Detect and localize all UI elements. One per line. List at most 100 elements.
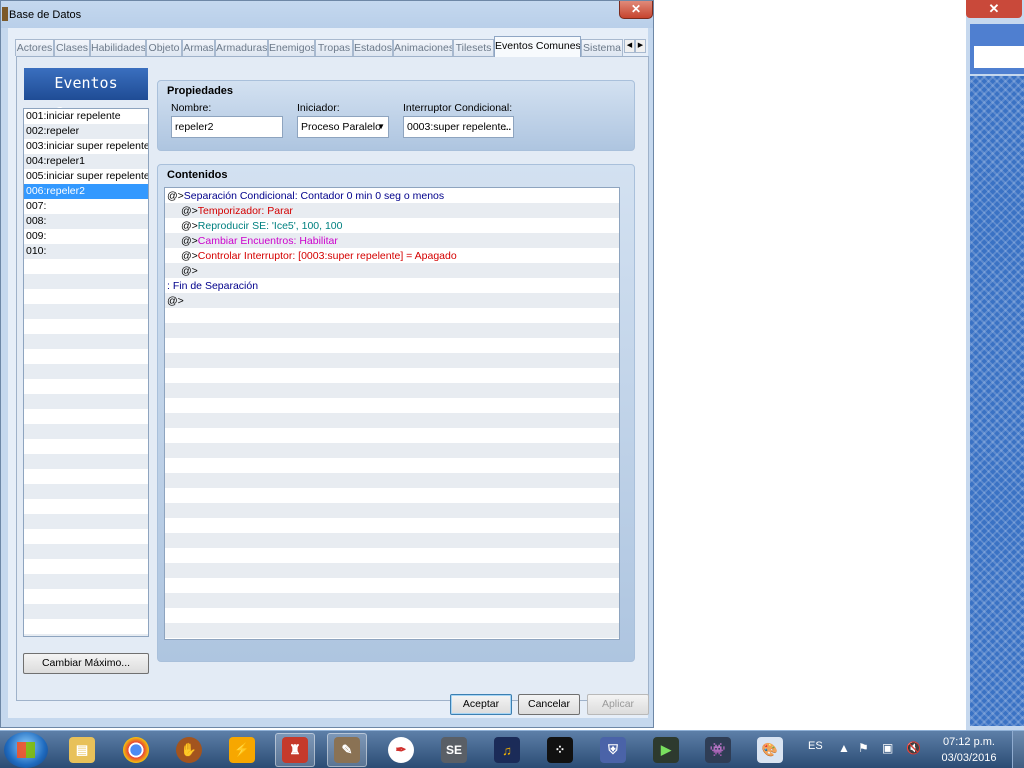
command-row[interactable]: @>Cambiar Encuentros: Habilitar (165, 234, 619, 249)
list-item[interactable]: 001:iniciar repelente (24, 109, 148, 124)
command-row[interactable]: @>Separación Condicional: Contador 0 min… (165, 189, 619, 204)
tab-armas[interactable]: Armas (182, 39, 215, 56)
clock-date: 03/03/2016 (941, 752, 997, 764)
list-item[interactable]: 002:repeler (24, 124, 148, 139)
se-icon: SE (441, 737, 467, 763)
tab-enemigos[interactable]: Enemigos (268, 39, 315, 56)
database-window: Base de Datos ✕ Actores Clases Habilidad… (0, 0, 654, 728)
tab-armaduras[interactable]: Armaduras (215, 39, 268, 56)
taskbar-terminal-app[interactable]: ▶ (646, 733, 686, 767)
command-text: Temporizador: Parar (197, 205, 293, 217)
taskbar-shield-app[interactable]: ⛨ (593, 733, 633, 767)
taskbar-glove-app[interactable]: ✋ (169, 733, 209, 767)
background-pattern (970, 76, 1024, 726)
list-item[interactable]: 007: (24, 199, 148, 214)
command-row[interactable]: @> (165, 264, 619, 279)
contents-title: Contenidos (167, 169, 228, 181)
trigger-select[interactable]: Proceso Paralelo ▼ (297, 116, 389, 138)
tab-actores[interactable]: Actores (15, 39, 54, 56)
trigger-label: Iniciador: (297, 102, 340, 114)
list-item[interactable]: 005:iniciar super repelente1 (24, 169, 148, 184)
cancel-button[interactable]: Cancelar (518, 694, 580, 715)
taskbar-paint-app[interactable]: 🎨 (750, 733, 790, 767)
clock[interactable]: 07:12 p.m. 03/03/2016 (934, 734, 1004, 766)
background-toolbar (970, 24, 1024, 74)
list-item[interactable]: 004:repeler1 (24, 154, 148, 169)
taskbar-se-app[interactable]: SE (434, 733, 474, 767)
castle-icon: ♜ (282, 737, 308, 763)
pen-icon: ✒ (388, 737, 414, 763)
tab-habilidades[interactable]: Habilidades (90, 39, 146, 56)
command-text: Controlar Interruptor: [0003:super repel… (197, 250, 457, 262)
lightning-icon: ⚡ (229, 737, 255, 763)
switch-label: Interruptor Condicional: (403, 102, 513, 114)
command-prefix: @> (181, 220, 198, 232)
command-text: Separación Condicional: Contador 0 min 0… (183, 190, 445, 202)
list-item[interactable]: 010: (24, 244, 148, 259)
action-center-flag-icon[interactable]: ⚑ (858, 741, 869, 755)
change-max-button[interactable]: Cambiar Máximo... (23, 653, 149, 674)
taskbar-blackberry-app[interactable]: ⁘ (540, 733, 580, 767)
close-button[interactable]: ✕ (619, 1, 653, 19)
trigger-value: Proceso Paralelo (301, 121, 381, 133)
list-item[interactable]: 008: (24, 214, 148, 229)
event-commands-list[interactable]: @> Separación Condicional: Contador 0 min… (164, 187, 620, 640)
window-title: Base de Datos (9, 9, 82, 21)
taskbar-explorer[interactable]: ▤ (62, 733, 102, 767)
taskbar-headphones-app[interactable]: ♫ (487, 733, 527, 767)
taskbar: ▤ ✋ ⚡ ♜ ✎ ✒ SE ♫ ⁘ ⛨ ▶ 👾 🎨 ES ▲ ⚑ ▣ 🔇 07… (0, 730, 1024, 768)
network-icon[interactable]: ▣ (882, 741, 893, 755)
list-item[interactable]: 003:iniciar super repelente (24, 139, 148, 154)
close-icon: ✕ (630, 2, 642, 16)
list-item[interactable]: 009: (24, 229, 148, 244)
switch-input[interactable]: 0003:super repelente ... (403, 116, 514, 138)
glove-icon: ✋ (176, 737, 202, 763)
app-icon (2, 7, 8, 21)
tab-tilesets[interactable]: Tilesets (453, 39, 494, 56)
tab-scroll-left-icon[interactable]: ◀ (624, 39, 635, 53)
command-text: Cambiar Encuentros: Habilitar (197, 235, 338, 247)
show-hidden-icons-icon[interactable]: ▲ (838, 741, 850, 755)
start-button[interactable] (4, 732, 48, 768)
taskbar-gimp[interactable]: ✎ (327, 733, 367, 767)
tab-eventos-comunes[interactable]: Eventos Comunes (494, 36, 581, 57)
windows-logo-icon (17, 742, 35, 758)
tab-estados[interactable]: Estados (353, 39, 393, 56)
language-indicator[interactable]: ES (808, 740, 823, 752)
taskbar-invader-app[interactable]: 👾 (698, 733, 738, 767)
folder-icon: ▤ (69, 737, 95, 763)
command-row[interactable]: @>Reproducir SE: 'Ice5', 100, 100 (165, 219, 619, 234)
tab-panel: Eventos Comunes 001:iniciar repelente002… (16, 56, 649, 701)
list-item[interactable]: 006:repeler2 (24, 184, 148, 199)
volume-muted-icon[interactable]: 🔇 (906, 741, 921, 755)
tab-tropas[interactable]: Tropas (315, 39, 353, 56)
taskbar-chrome[interactable] (116, 733, 156, 767)
command-row[interactable]: @>Controlar Interruptor: [0003:super rep… (165, 249, 619, 264)
taskbar-lightning-app[interactable]: ⚡ (222, 733, 262, 767)
taskbar-rpg-maker[interactable]: ♜ (275, 733, 315, 767)
tab-sistema[interactable]: Sistema (581, 39, 623, 56)
show-desktop-button[interactable] (1012, 731, 1024, 768)
taskbar-pen-app[interactable]: ✒ (381, 733, 421, 767)
tab-scroll-right-icon[interactable]: ▶ (635, 39, 646, 53)
headphones-icon: ♫ (494, 737, 520, 763)
name-input[interactable]: repeler2 (171, 116, 283, 138)
command-row[interactable]: : Fin de Separación (165, 279, 619, 294)
browse-button[interactable]: ... (503, 117, 511, 137)
apply-button[interactable]: Aplicar (587, 694, 649, 715)
tab-strip: Actores Clases Habilidades Objeto Armas … (15, 36, 647, 57)
command-text: Reproducir SE: 'Ice5', 100, 100 (197, 220, 343, 232)
command-prefix: @> (167, 295, 184, 307)
title-bar[interactable]: Base de Datos ✕ (1, 1, 653, 28)
command-row[interactable]: @>Temporizador: Parar (165, 204, 619, 219)
accept-button[interactable]: Aceptar (450, 694, 512, 715)
tab-clases[interactable]: Clases (54, 39, 90, 56)
events-list[interactable]: 001:iniciar repelente 002:repeler 003:inic… (23, 108, 149, 637)
properties-group: Propiedades Nombre: repeler2 Iniciador: … (157, 80, 635, 151)
command-prefix: @> (181, 235, 198, 247)
command-row[interactable]: @> (165, 294, 619, 309)
tab-animaciones[interactable]: Animaciones (393, 39, 453, 56)
chevron-down-icon: ▼ (377, 122, 385, 131)
background-close-button[interactable]: ✕ (966, 0, 1022, 18)
tab-objeto[interactable]: Objeto (146, 39, 182, 56)
